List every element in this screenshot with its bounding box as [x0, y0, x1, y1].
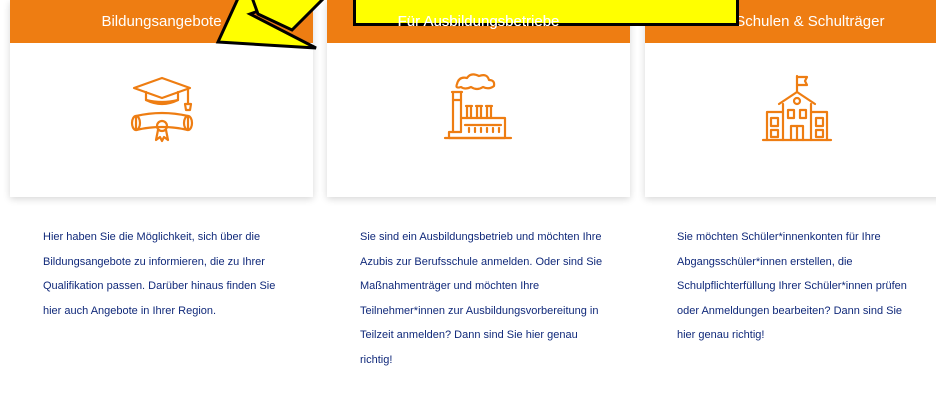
card-bildungsangebote-title[interactable]: Bildungsangebote: [101, 13, 221, 30]
school-building-icon[interactable]: [645, 60, 936, 160]
graduation-cap-diploma-icon[interactable]: [10, 60, 313, 160]
card-ausbildungsbetriebe-title[interactable]: Für Ausbildungsbetriebe: [398, 13, 560, 30]
card-bildungsangebote[interactable]: Bildungsangebote: [10, 0, 313, 197]
card-ausbildungsbetriebe[interactable]: Für Ausbildungsbetriebe: [327, 0, 630, 197]
card-schulen-schultraeger[interactable]: Für Schulen & Schulträger: [645, 0, 936, 197]
card-bildungsangebote-description: Hier haben Sie die Möglichkeit, sich übe…: [43, 231, 276, 317]
card-bildungsangebote-header[interactable]: Bildungsangebote: [10, 0, 313, 43]
card-ausbildungsbetriebe-description: Sie sind ein Ausbildungsbetrieb und möch…: [360, 231, 603, 366]
card-schulen-description: Sie möchten Schüler*innenkonten für Ihre…: [677, 231, 907, 341]
factory-icon[interactable]: [327, 60, 630, 160]
